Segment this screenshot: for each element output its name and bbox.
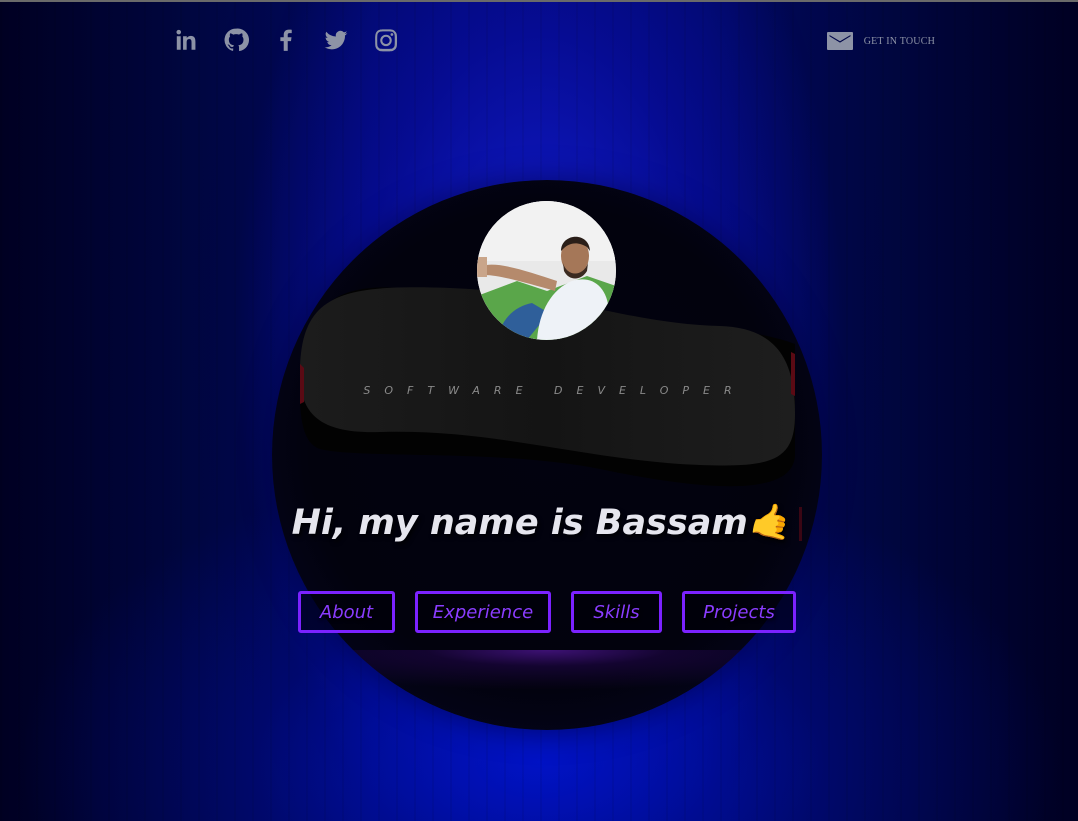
get-in-touch-link[interactable]: GET IN TOUCH <box>826 30 935 52</box>
skills-button[interactable]: Skills <box>571 591 662 633</box>
linkedin-icon[interactable] <box>172 26 200 54</box>
profile-avatar <box>477 201 616 340</box>
experience-button[interactable]: Experience <box>415 591 551 633</box>
call-me-hand-emoji: 🤙 <box>747 503 792 543</box>
about-button[interactable]: About <box>298 591 395 633</box>
github-icon[interactable] <box>222 26 250 54</box>
twitter-icon[interactable] <box>322 26 350 54</box>
facebook-icon[interactable] <box>272 26 300 54</box>
portfolio-page: GET IN TOUCH SOFTWARE DEVELOPER Hi, my n… <box>0 0 1078 821</box>
mail-icon <box>826 32 853 50</box>
orb-glow <box>272 650 822 730</box>
projects-button[interactable]: Projects <box>682 591 796 633</box>
section-nav: About Experience Skills Projects <box>298 591 796 633</box>
instagram-icon[interactable] <box>372 26 400 54</box>
hero-tagline: SOFTWARE DEVELOPER <box>363 384 746 397</box>
social-links <box>172 26 400 54</box>
get-in-touch-label: GET IN TOUCH <box>863 35 935 47</box>
typing-cursor <box>799 507 803 541</box>
hero-headline: Hi, my name is Bassam🤙 <box>272 502 822 543</box>
hero-headline-text: Hi, my name is Bassam <box>291 503 748 543</box>
